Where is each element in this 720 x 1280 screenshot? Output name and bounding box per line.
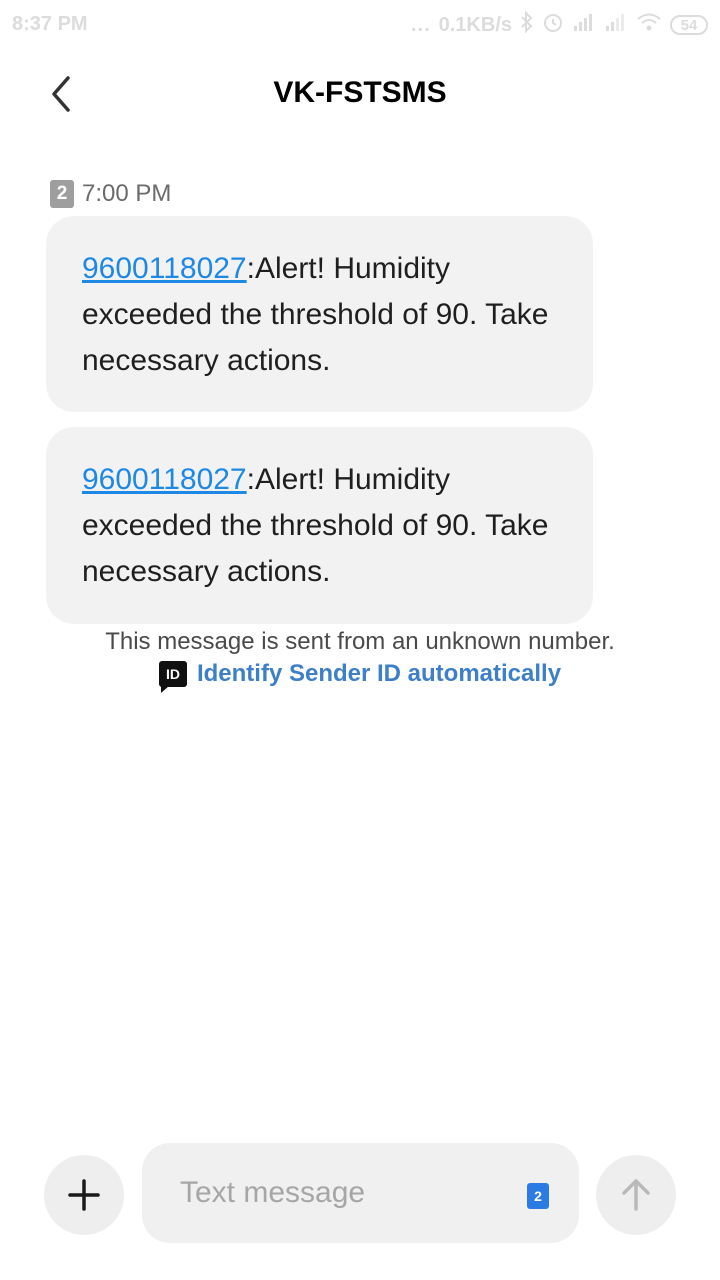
identify-sender-link[interactable]: Identify Sender ID automatically <box>197 660 561 688</box>
phone-number-link[interactable]: 9600118027 <box>82 463 247 496</box>
id-icon: ID <box>158 661 187 693</box>
identify-sender-row[interactable]: ID Identify Sender ID automatically <box>0 660 720 693</box>
wifi-icon <box>636 12 662 38</box>
notification-dots: ... <box>410 13 431 36</box>
phone-number-link[interactable]: 9600118027 <box>82 252 247 285</box>
alarm-icon <box>542 11 564 39</box>
status-icons: ... 0.1KB/s 54 <box>410 10 708 39</box>
network-speed: 0.1KB/s <box>438 13 512 36</box>
status-bar: 8:37 PM ... 0.1KB/s 54 <box>0 0 720 52</box>
message-bubble[interactable]: 9600118027:Alert! Humidity exceeded the … <box>46 216 593 412</box>
status-time: 8:37 PM <box>12 13 88 35</box>
unknown-number-notice: This message is sent from an unknown num… <box>105 628 615 655</box>
battery-indicator: 54 <box>670 15 708 35</box>
message-bubble[interactable]: 9600118027:Alert! Humidity exceeded the … <box>46 427 593 624</box>
compose-box: 2 <box>142 1143 579 1243</box>
send-arrow-icon <box>622 1179 650 1211</box>
add-attachment-button[interactable] <box>44 1155 124 1235</box>
message-timestamp: 7:00 PM <box>82 180 172 207</box>
signal-icon-2 <box>604 12 628 38</box>
send-button[interactable] <box>596 1155 676 1235</box>
plus-icon <box>68 1179 100 1211</box>
conversation-header: VK-FSTSMS <box>0 52 720 138</box>
text-message-input[interactable] <box>180 1173 500 1213</box>
sim-select-button[interactable]: 2 <box>527 1183 549 1209</box>
signal-icon-1 <box>572 12 596 38</box>
message-timestamp-row: 2 7:00 PM <box>50 180 171 208</box>
bluetooth-icon <box>520 10 534 39</box>
page-title: VK-FSTSMS <box>273 76 447 109</box>
sim-badge: 2 <box>50 180 74 208</box>
